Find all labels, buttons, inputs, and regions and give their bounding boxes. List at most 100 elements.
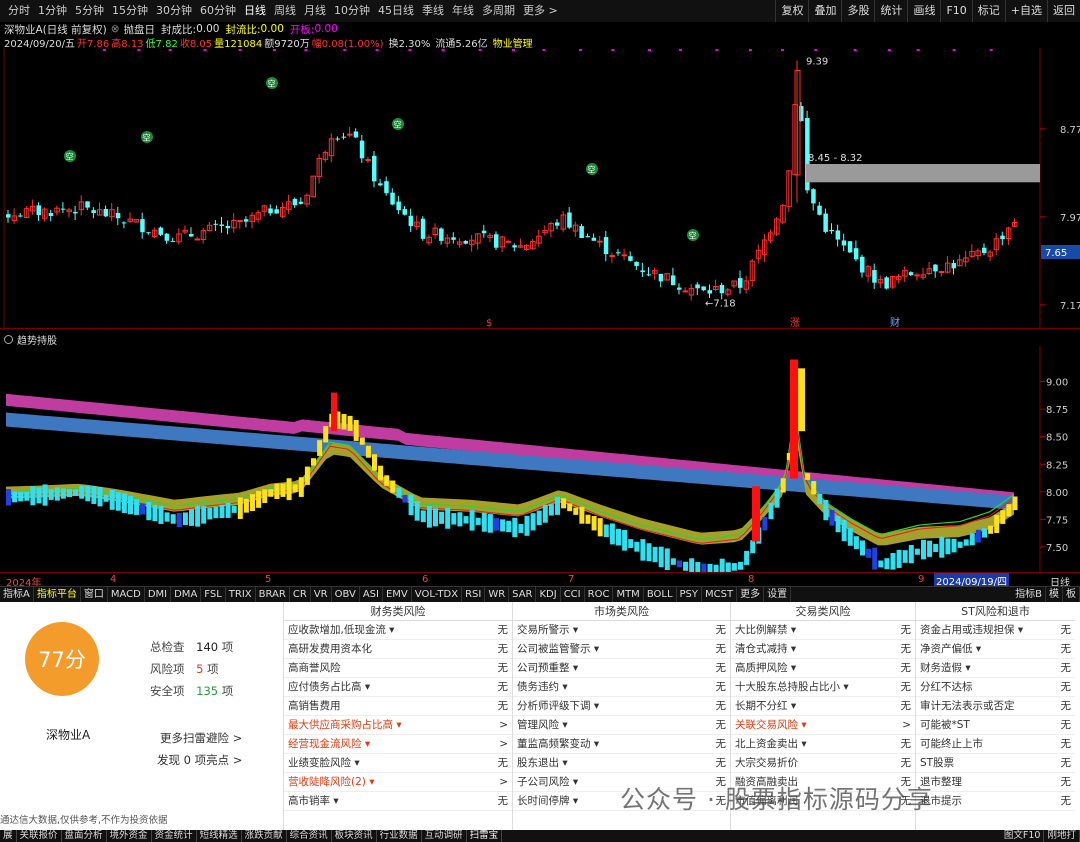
period-tab[interactable]: 年线 <box>448 0 478 22</box>
indicator-tab[interactable]: MTM <box>613 587 644 602</box>
indicator-tab[interactable]: RSI <box>462 587 486 602</box>
risk-item[interactable]: 业绩变脸风险 ▾ 无 <box>284 754 512 773</box>
toolbar-button[interactable]: F10 <box>940 0 971 22</box>
risk-item[interactable]: 关联交易风险 ▾ > <box>731 716 915 735</box>
indicator-tab[interactable]: 更多 <box>737 587 765 602</box>
bottom-tab[interactable]: 互动调研 <box>422 830 467 842</box>
bottom-tab[interactable]: 资金统计 <box>152 830 197 842</box>
risk-item[interactable]: 分红不达标 无 <box>916 678 1075 697</box>
risk-item[interactable]: 债务违约 ▾ 无 <box>513 678 730 697</box>
period-tab[interactable]: 30分钟 <box>152 0 196 22</box>
bottom-tab[interactable]: 关联报价 <box>17 830 62 842</box>
period-tab[interactable]: 10分钟 <box>330 0 374 22</box>
indicator-tab[interactable]: KDJ <box>536 587 561 602</box>
bottom-tab[interactable]: 图文F10 <box>1001 830 1045 842</box>
risk-item[interactable]: 长期不分红 ▾ 无 <box>731 697 915 716</box>
event-marker[interactable]: $ <box>486 318 492 328</box>
bottom-tab[interactable]: 涨跌贡献 <box>242 830 287 842</box>
risk-item[interactable]: 审计无法表示或否定 无 <box>916 697 1075 716</box>
risk-item[interactable]: 交易所警示 ▾ 无 <box>513 621 730 640</box>
collapse-icon[interactable] <box>4 334 13 344</box>
bottom-tab[interactable]: 盘面分析 <box>62 830 107 842</box>
bottom-tab[interactable]: 短线精选 <box>197 830 242 842</box>
pane-divider[interactable] <box>0 328 1080 329</box>
indicator-tab[interactable]: WR <box>485 587 510 602</box>
period-tab[interactable]: 45日线 <box>374 0 418 22</box>
risk-item[interactable]: 管理风险 ▾ 无 <box>513 716 730 735</box>
trend-holding-chart[interactable]: 9.00 8.75 8.50 8.25 8.00 7.75 7.50 <box>0 346 1080 572</box>
risk-item[interactable]: 清仓式减持 ▾ 无 <box>731 640 915 659</box>
candlestick-chart[interactable]: 8.777.977.177.659.39←7.188.45 - 8.32空空空空… <box>0 48 1080 328</box>
period-tab[interactable]: 更多 > <box>519 0 562 22</box>
indicator-tab[interactable]: OBV <box>332 587 360 602</box>
indicator-tab[interactable]: VOL-TDX <box>412 587 463 602</box>
indicator-tab[interactable]: CR <box>290 587 311 602</box>
risk-item[interactable]: 高销售费用 无 <box>284 697 512 716</box>
risk-item[interactable]: 十大股东总持股占比小 ▾ 无 <box>731 678 915 697</box>
period-tab[interactable]: 周线 <box>270 0 300 22</box>
period-tab[interactable]: 多周期 <box>478 0 519 22</box>
period-tab[interactable]: 季线 <box>418 0 448 22</box>
period-tab[interactable]: 分时 <box>4 0 34 22</box>
indicator-tab[interactable]: EMV <box>383 587 412 602</box>
indicator-tab[interactable]: 板 <box>1063 587 1080 602</box>
risk-item[interactable]: 净资产偏低 ▾ 无 <box>916 640 1075 659</box>
risk-item[interactable]: 董监高频繁变动 ▾ 无 <box>513 735 730 754</box>
highlight-link[interactable]: 发现 0 项亮点 > <box>157 752 242 768</box>
period-tab[interactable]: 5分钟 <box>71 0 108 22</box>
indicator-tab[interactable]: DMA <box>171 587 202 602</box>
indicator-tab[interactable]: CCI <box>561 587 585 602</box>
toolbar-button[interactable]: 标记 <box>971 0 1005 22</box>
period-tab[interactable]: 日线 <box>240 0 270 22</box>
indicator-tab[interactable]: 窗口 <box>81 587 108 602</box>
bottom-tab[interactable]: 行业数据 <box>377 830 422 842</box>
period-tab[interactable]: 15分钟 <box>108 0 152 22</box>
risk-item[interactable]: 应收款增加,低现金流 ▾ 无 <box>284 621 512 640</box>
risk-item[interactable]: 大比例解禁 ▾ 无 <box>731 621 915 640</box>
indicator-tab[interactable]: SAR <box>509 587 537 602</box>
indicator-tab[interactable]: MACD <box>108 587 145 602</box>
bottom-tab[interactable]: 综合资讯 <box>287 830 332 842</box>
risk-item[interactable]: 高质押风险 ▾ 无 <box>731 659 915 678</box>
risk-item[interactable]: 可能终止上市 无 <box>916 735 1075 754</box>
indicator-tab[interactable]: BRAR <box>256 587 290 602</box>
indicator-tab[interactable]: 设置 <box>764 587 792 602</box>
risk-item[interactable]: 北上资金卖出 ▾ 无 <box>731 735 915 754</box>
bottom-tab[interactable]: 刚地打 <box>1044 830 1080 842</box>
collapse-icon[interactable]: ⊗ <box>111 23 120 35</box>
risk-item[interactable]: 分析师评级下调 ▾ 无 <box>513 697 730 716</box>
bottom-tab[interactable]: 扫雷宝 <box>467 830 503 842</box>
event-marker[interactable]: 涨 <box>790 317 800 328</box>
indicator-tab[interactable]: ROC <box>585 587 614 602</box>
risk-item[interactable]: 高商誉风险 无 <box>284 659 512 678</box>
indicator-tab[interactable]: BOLL <box>644 587 677 602</box>
risk-item[interactable]: 应付债务占比高 ▾ 无 <box>284 678 512 697</box>
risk-item[interactable]: 公司预重整 ▾ 无 <box>513 659 730 678</box>
indicator-tab[interactable]: FSL <box>201 587 226 602</box>
indicator-tab[interactable]: VR <box>311 587 332 602</box>
toolbar-button[interactable]: 画线 <box>907 0 940 22</box>
toolbar-button[interactable]: 多股 <box>841 0 874 22</box>
toolbar-button[interactable]: +自选 <box>1004 0 1047 22</box>
bottom-tab[interactable]: 展 <box>0 830 17 842</box>
event-marker[interactable]: 财 <box>890 316 900 328</box>
period-tab[interactable]: 月线 <box>300 0 330 22</box>
indicator-tab[interactable]: PSY <box>677 587 703 602</box>
indicator-tab[interactable]: 指标A <box>0 587 34 602</box>
risk-item[interactable]: 退市提示无 <box>916 792 1075 811</box>
indicator-tab[interactable]: 指标平台 <box>34 587 81 602</box>
period-tab[interactable]: 1分钟 <box>34 0 71 22</box>
risk-item[interactable]: 股东退出 ▾ 无 <box>513 754 730 773</box>
risk-item[interactable]: 最大供应商采购占比高 ▾ > <box>284 716 512 735</box>
bottom-tab[interactable]: 板块资讯 <box>332 830 377 842</box>
risk-item[interactable]: 高市销率 ▾ 无 <box>284 792 512 811</box>
risk-item[interactable]: 营收陡降风险(2) ▾ > <box>284 773 512 792</box>
toolbar-button[interactable]: 复权 <box>775 0 808 22</box>
risk-item[interactable]: 公司被监管警示 ▾ 无 <box>513 640 730 659</box>
risk-item[interactable]: 大宗交易折价 无 <box>731 754 915 773</box>
toolbar-button[interactable]: 返回 <box>1047 0 1080 22</box>
toolbar-button[interactable]: 统计 <box>874 0 907 22</box>
risk-item[interactable]: 可能被*ST 无 <box>916 716 1075 735</box>
risk-item[interactable]: 高研发费用资本化 无 <box>284 640 512 659</box>
more-scan-link[interactable]: 更多扫雷避险 > <box>160 730 242 746</box>
